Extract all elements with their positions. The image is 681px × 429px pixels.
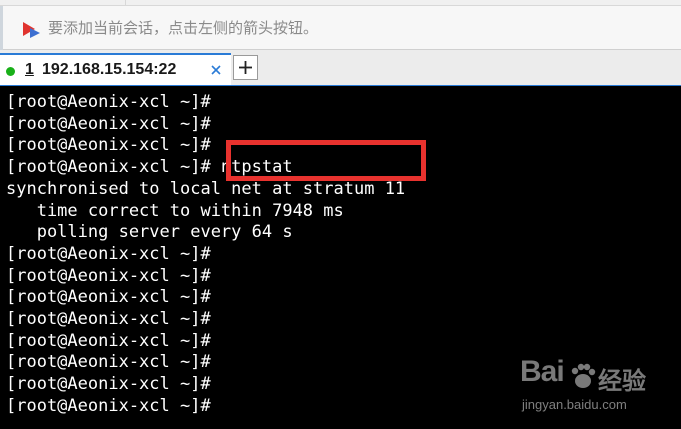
terminal-line: polling server every 64 s: [6, 222, 293, 243]
close-icon[interactable]: [209, 63, 223, 77]
terminal-line: [root@Aeonix-xcl ~]#: [6, 287, 211, 308]
tab-number: 1: [25, 61, 34, 78]
terminal-line: [root@Aeonix-xcl ~]#: [6, 374, 211, 395]
terminal-pane[interactable]: [root@Aeonix-xcl ~]# [root@Aeonix-xcl ~]#…: [0, 86, 681, 429]
session-bar: 要添加当前会话，点击左侧的箭头按钮。: [0, 6, 681, 50]
terminal-line: [root@Aeonix-xcl ~]#: [6, 395, 211, 416]
session-bar-edge: [0, 6, 3, 50]
terminal-line: [root@Aeonix-xcl ~]#: [6, 243, 211, 264]
terminal-line: synchronised to local net at stratum 11: [6, 178, 406, 199]
plus-icon: [239, 61, 252, 74]
session-hint-text: 要添加当前会话，点击左侧的箭头按钮。: [48, 19, 319, 37]
add-session-arrow-icon[interactable]: [20, 18, 42, 40]
terminal-line: [root@Aeonix-xcl ~]#: [6, 135, 211, 156]
terminal-line: [root@Aeonix-xcl ~]#: [6, 330, 211, 351]
terminal-line: [root@Aeonix-xcl ~]#: [6, 92, 211, 112]
terminal-line: [root@Aeonix-xcl ~]#: [6, 113, 211, 134]
terminal-line: [root@Aeonix-xcl ~]#: [6, 309, 211, 329]
tab-session-1[interactable]: 1 192.168.15.154:22: [0, 53, 231, 86]
new-tab-button[interactable]: [233, 55, 258, 80]
connection-status-dot: [6, 67, 15, 76]
terminal-line: [root@Aeonix-xcl ~]#: [6, 265, 211, 286]
tab-bar: 1 192.168.15.154:22: [0, 50, 681, 86]
tab-title: 192.168.15.154:22: [42, 61, 177, 78]
terminal-line: time correct to within 7948 ms: [6, 200, 344, 221]
terminal-line: [root@Aeonix-xcl ~]#: [6, 352, 211, 373]
ntpstat-highlight-box: [226, 140, 426, 181]
